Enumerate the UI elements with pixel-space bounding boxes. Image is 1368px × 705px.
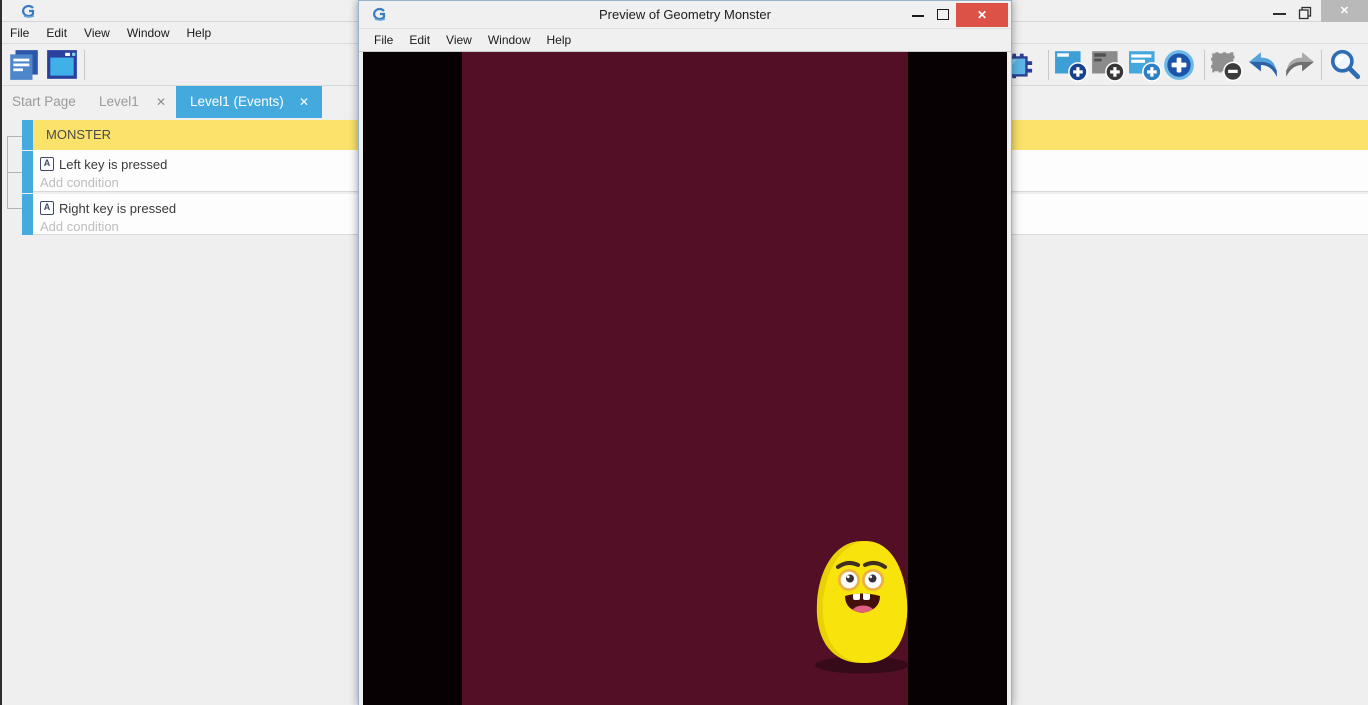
menu-window[interactable]: Window (125, 26, 172, 40)
scene-window-icon[interactable] (45, 48, 79, 82)
preview-menubar: File Edit View Window Help (359, 28, 1011, 52)
add-other-event-icon[interactable] (1162, 48, 1196, 82)
gdevelop-logo-icon (20, 4, 37, 19)
toolbar-separator (84, 50, 85, 80)
toolbar-separator (1204, 50, 1205, 80)
preview-menu-window[interactable]: Window (486, 33, 533, 47)
tab-level1[interactable]: Level1 (99, 86, 139, 118)
restore-button[interactable] (1298, 6, 1312, 20)
condition-text: Right key is pressed (59, 201, 176, 216)
preview-menu-edit[interactable]: Edit (407, 33, 432, 47)
event-drag-handle[interactable] (22, 194, 33, 235)
tab-level1-events[interactable]: Level1 (Events) ✕ (176, 86, 322, 118)
event-tree-line (7, 208, 22, 209)
menu-file[interactable]: File (8, 26, 31, 40)
minimize-button[interactable] (1273, 13, 1286, 15)
toolbar-separator (1321, 50, 1322, 80)
monster-sprite (810, 535, 920, 675)
event-drag-handle[interactable] (22, 120, 33, 150)
menu-view[interactable]: View (82, 26, 112, 40)
event-tree-line (7, 172, 22, 173)
undo-icon[interactable] (1246, 48, 1280, 82)
preview-window-title: Preview of Geometry Monster (479, 1, 891, 28)
keyboard-key-icon: A (40, 201, 54, 215)
event-tree-line (7, 136, 22, 137)
tab-level1-events-label: Level1 (Events) (190, 86, 284, 118)
preview-menu-view[interactable]: View (444, 33, 474, 47)
project-events-icon[interactable] (7, 48, 41, 82)
preview-maximize-button[interactable] (937, 9, 949, 20)
close-button[interactable]: ✕ (1321, 0, 1368, 22)
tab-level1-close-icon[interactable]: ✕ (156, 86, 166, 118)
condition-text: Left key is pressed (59, 157, 167, 172)
preview-minimize-button[interactable] (912, 15, 924, 17)
toolbar-separator (1048, 50, 1049, 80)
add-comment-icon[interactable] (1128, 48, 1162, 82)
main-window-left-border (0, 0, 2, 705)
preview-titlebar[interactable]: Preview of Geometry Monster ✕ (359, 1, 1011, 28)
add-event-icon[interactable] (1054, 48, 1088, 82)
add-subevent-icon[interactable] (1091, 48, 1125, 82)
preview-close-button[interactable]: ✕ (956, 3, 1008, 27)
tab-level1-events-close-icon[interactable]: ✕ (299, 86, 309, 118)
delete-event-icon[interactable] (1209, 48, 1243, 82)
search-icon[interactable] (1328, 48, 1362, 82)
tab-start-page[interactable]: Start Page (12, 86, 76, 118)
redo-icon[interactable] (1283, 48, 1317, 82)
event-drag-handle[interactable] (22, 151, 33, 193)
event-group-label: MONSTER (46, 120, 111, 150)
preview-window: Preview of Geometry Monster ✕ File Edit … (358, 0, 1012, 705)
game-viewport[interactable] (363, 52, 1007, 705)
keyboard-key-icon: A (40, 157, 54, 171)
preview-menu-file[interactable]: File (372, 33, 395, 47)
menu-edit[interactable]: Edit (44, 26, 69, 40)
menu-help[interactable]: Help (185, 26, 214, 40)
gdevelop-app: ✕ File Edit View Window Help (0, 0, 1368, 705)
gdevelop-logo-icon (371, 7, 388, 22)
preview-menu-help[interactable]: Help (545, 33, 574, 47)
